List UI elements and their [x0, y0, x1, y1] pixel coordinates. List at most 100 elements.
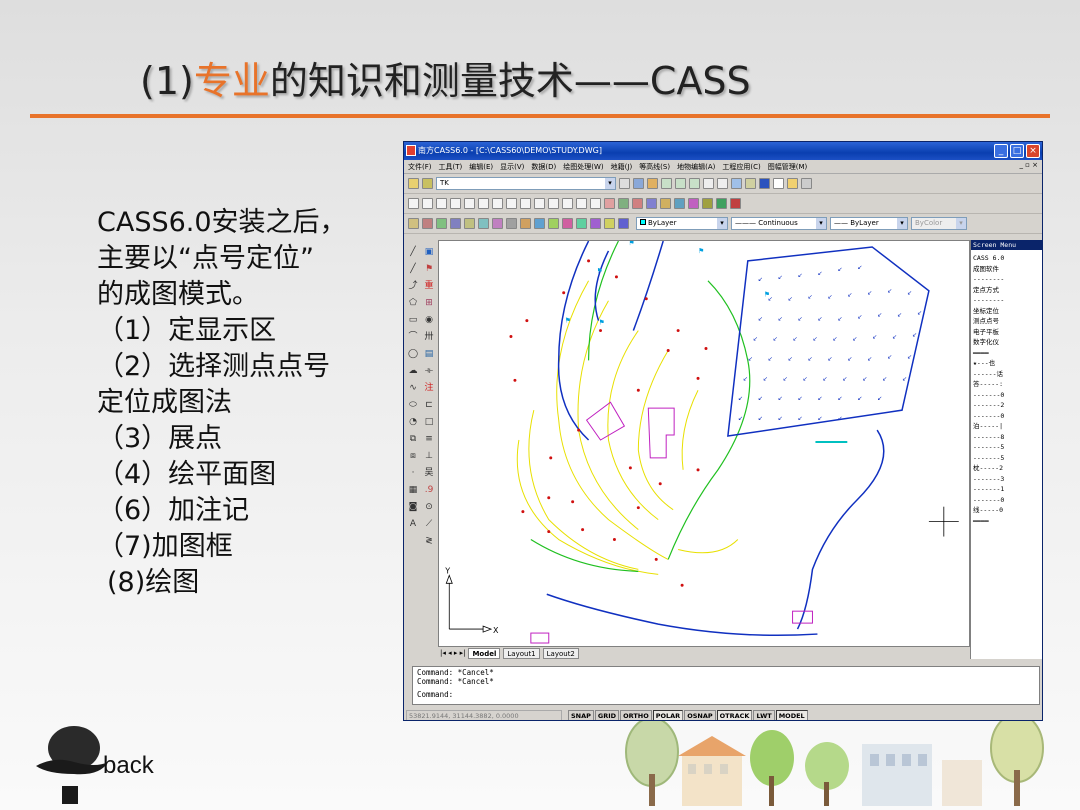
- mode-toggle-lwt[interactable]: LWT: [753, 709, 775, 720]
- properties-icon[interactable]: [731, 178, 742, 189]
- extend-icon[interactable]: [576, 198, 587, 209]
- cass-side-17-icon[interactable]: ⟋: [422, 518, 436, 531]
- region-icon[interactable]: ◙: [406, 501, 420, 514]
- mdi-controls[interactable]: _ ▫ ×: [1019, 161, 1038, 169]
- tab-layout1[interactable]: Layout1: [503, 647, 540, 659]
- screen-menu-item[interactable]: CASS 6.0: [973, 253, 1040, 264]
- plotstyle-combo[interactable]: ByColor: [911, 217, 967, 230]
- trim-icon[interactable]: [562, 198, 573, 209]
- pan-icon[interactable]: [619, 178, 630, 189]
- pencil-icon[interactable]: [647, 178, 658, 189]
- layer-state-icon[interactable]: [422, 178, 433, 189]
- cass-side-2-icon[interactable]: ⚑: [422, 263, 436, 276]
- arc-icon[interactable]: [436, 198, 447, 209]
- mode-toggle-ortho[interactable]: ORTHO: [620, 709, 652, 720]
- screen-menu-item[interactable]: 坐标定位: [973, 306, 1040, 317]
- screen-menu-item[interactable]: -------5: [973, 442, 1040, 453]
- cass-tool-8-icon[interactable]: [716, 198, 727, 209]
- command-window[interactable]: Command: *Cancel* Command: *Cancel* Comm…: [412, 666, 1040, 705]
- cass-tool-7-icon[interactable]: [702, 198, 713, 209]
- cass-draw-9-icon[interactable]: [520, 218, 531, 229]
- drawing-canvas[interactable]: ↙ ↙ ↙ ↙ ↙ ↙ ↙ ↙ ↙ ↙ ↙ ↙ ↙ ↙ ↙ ↙ ↙ ↙ ↙ ↙ ↙ ↙ ↙ ↙ ↙ ↙ ↙ ↙ ↙ ↙ ↙ ↙ ↙ ↙ ↙ ↙…: [438, 240, 970, 647]
- cass-side-15-icon[interactable]: .9: [422, 484, 436, 497]
- screen-menu-item[interactable]: -------1: [973, 484, 1040, 495]
- menu-cadastre[interactable]: 地籍(J): [611, 162, 633, 172]
- circle-icon[interactable]: [450, 198, 461, 209]
- line-icon[interactable]: [408, 198, 419, 209]
- zoom-window-icon[interactable]: [661, 178, 672, 189]
- menu-view[interactable]: 显示(V): [500, 162, 524, 172]
- layer-manager-icon[interactable]: [408, 178, 419, 189]
- break-icon[interactable]: [590, 198, 601, 209]
- cass-side-1-icon[interactable]: ▣: [422, 246, 436, 259]
- screen-menu-item[interactable]: 电子平板: [973, 327, 1040, 338]
- print-icon[interactable]: [801, 178, 812, 189]
- menu-tools[interactable]: 工具(T): [439, 162, 463, 172]
- cass-draw-15-icon[interactable]: [604, 218, 615, 229]
- redo-icon[interactable]: [717, 178, 728, 189]
- tab-nav-icon[interactable]: |◂ ◂ ▸ ▸|: [440, 649, 465, 657]
- cass-draw-13-icon[interactable]: [576, 218, 587, 229]
- erase-icon[interactable]: [464, 198, 475, 209]
- draw-line-icon[interactable]: ╱: [406, 246, 420, 259]
- screen-menu-item[interactable]: ------话: [973, 369, 1040, 380]
- layer-combo[interactable]: TK: [436, 177, 616, 190]
- cass-side-18-icon[interactable]: ≷: [422, 535, 436, 548]
- mode-toggle-model[interactable]: MODEL: [775, 709, 808, 720]
- design-center-icon[interactable]: [745, 178, 756, 189]
- menu-engineering[interactable]: 工程应用(C): [722, 162, 760, 172]
- cass-draw-11-icon[interactable]: [548, 218, 559, 229]
- cass-draw-8-icon[interactable]: [506, 218, 517, 229]
- menu-data[interactable]: 数据(D): [531, 162, 556, 172]
- bowler-hat-icon[interactable]: [34, 722, 110, 807]
- mode-toggle-otrack[interactable]: OTRACK: [716, 709, 753, 720]
- screen-menu-item[interactable]: -------5: [973, 453, 1040, 464]
- copy-icon[interactable]: [478, 198, 489, 209]
- cass-side-6-icon[interactable]: 卅: [422, 331, 436, 344]
- screen-menu-item[interactable]: -------3: [973, 474, 1040, 485]
- open-file-icon[interactable]: [787, 178, 798, 189]
- menu-contour[interactable]: 等高线(S): [639, 162, 670, 172]
- cass-side-8-icon[interactable]: ⟛: [422, 365, 436, 378]
- polyline-icon[interactable]: [422, 198, 433, 209]
- mode-toggle-grid[interactable]: GRID: [594, 709, 620, 720]
- mtext-icon[interactable]: A: [406, 518, 420, 531]
- offset-icon[interactable]: [506, 198, 517, 209]
- command-prompt[interactable]: Command:: [417, 690, 1035, 700]
- cass-draw-7-icon[interactable]: [492, 218, 503, 229]
- back-button[interactable]: back: [103, 752, 154, 780]
- screen-menu-item[interactable]: 定点方式: [973, 285, 1040, 296]
- draw-arc-icon[interactable]: ⌒: [406, 331, 420, 344]
- mode-toggle-polar[interactable]: POLAR: [652, 709, 684, 720]
- cass-side-13-icon[interactable]: ⊥: [422, 450, 436, 463]
- fillet-icon[interactable]: [604, 198, 615, 209]
- lineweight-combo[interactable]: —— ByLayer: [830, 217, 908, 230]
- linetype-combo[interactable]: ——— Continuous: [731, 217, 827, 230]
- cass-draw-5-icon[interactable]: [464, 218, 475, 229]
- rotate-icon[interactable]: [548, 198, 559, 209]
- cass-tool-3-icon[interactable]: [646, 198, 657, 209]
- screen-menu-item[interactable]: ════: [973, 348, 1040, 359]
- screen-menu-item[interactable]: 枕-----2: [973, 463, 1040, 474]
- cass-side-11-icon[interactable]: □: [422, 416, 436, 429]
- cass-side-7-icon[interactable]: ▤: [422, 348, 436, 361]
- draw-rectangle-icon[interactable]: ▭: [406, 314, 420, 327]
- cass-tool-6-icon[interactable]: [688, 198, 699, 209]
- maximize-button[interactable]: □: [1010, 144, 1024, 158]
- cass-draw-3-icon[interactable]: [436, 218, 447, 229]
- minimize-button[interactable]: _: [994, 144, 1008, 158]
- draw-circle-icon[interactable]: ◯: [406, 348, 420, 361]
- save-icon[interactable]: [633, 178, 644, 189]
- screen-menu-item[interactable]: -------0: [973, 411, 1040, 422]
- help-icon[interactable]: [759, 178, 770, 189]
- cass-draw-10-icon[interactable]: [534, 218, 545, 229]
- cass-side-5-icon[interactable]: ◉: [422, 314, 436, 327]
- cass-side-14-icon[interactable]: 吴: [422, 467, 436, 480]
- screen-menu-item[interactable]: ★---也: [973, 358, 1040, 369]
- point-icon[interactable]: ·: [406, 467, 420, 480]
- cass-draw-6-icon[interactable]: [478, 218, 489, 229]
- screen-menu-item[interactable]: --------: [973, 295, 1040, 306]
- draw-ellipse-arc-icon[interactable]: ◔: [406, 416, 420, 429]
- cass-tool-9-icon[interactable]: [730, 198, 741, 209]
- cass-draw-12-icon[interactable]: [562, 218, 573, 229]
